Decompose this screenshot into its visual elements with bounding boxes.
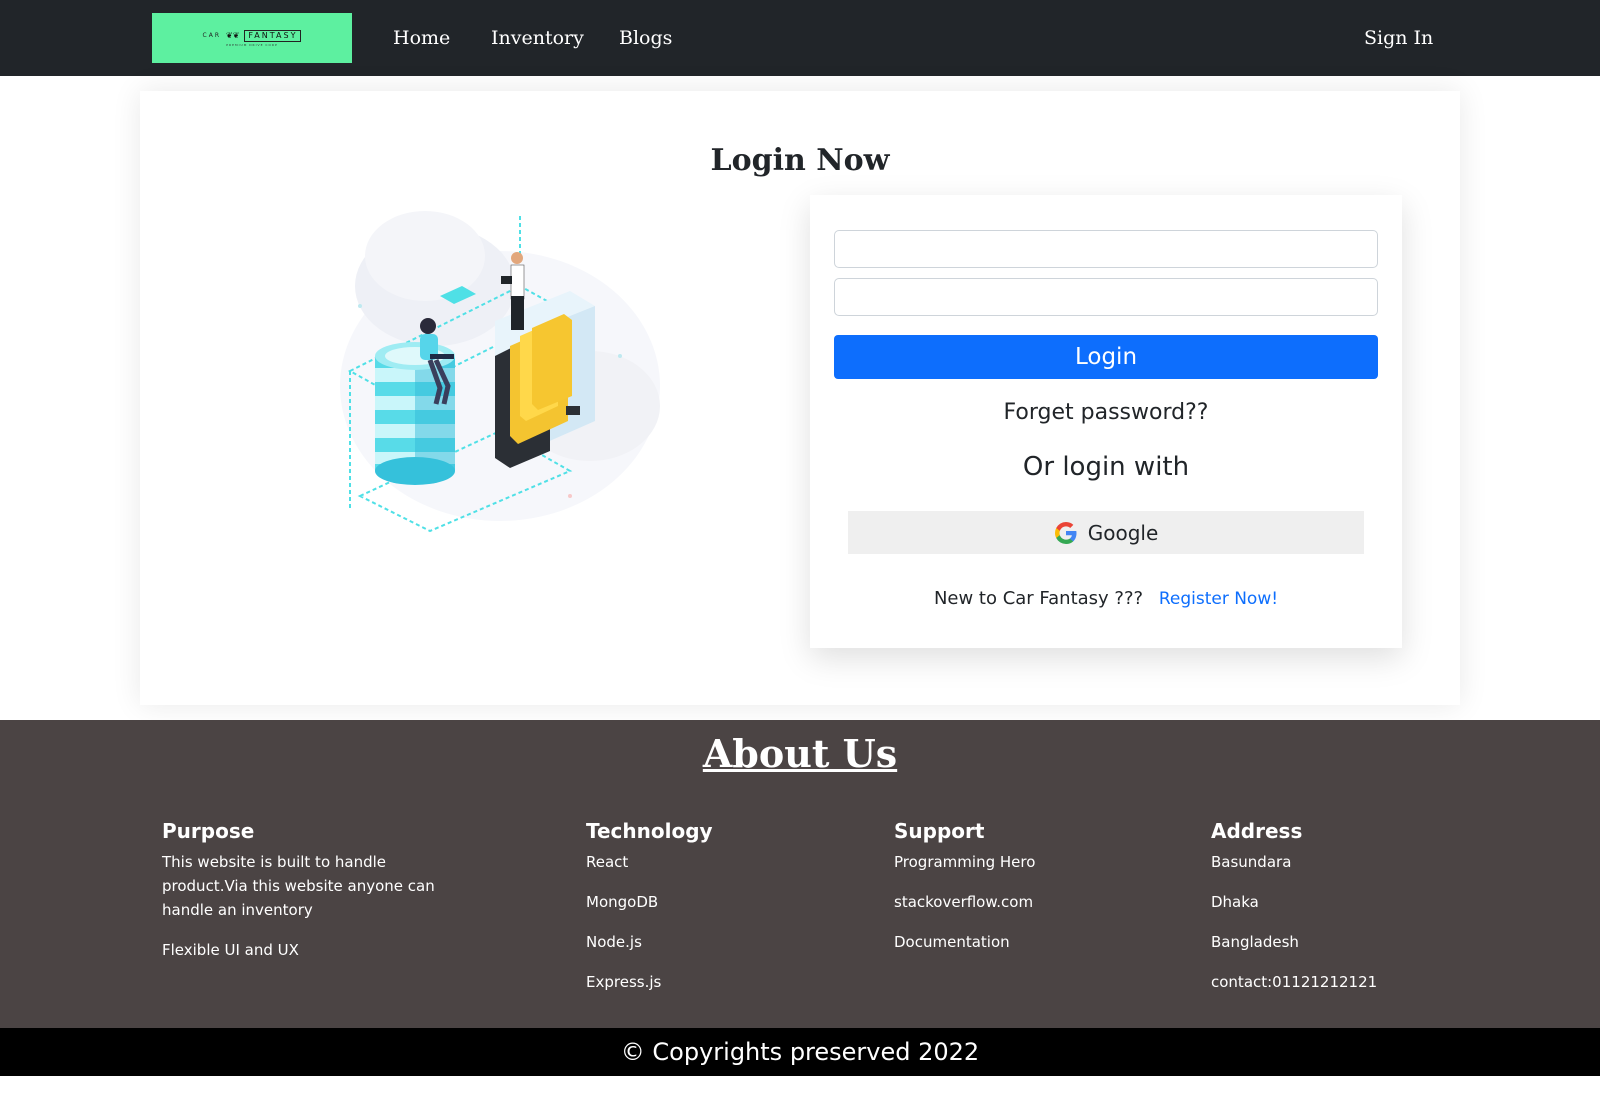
footer-address-item: Bangladesh	[1211, 933, 1299, 951]
footer-address-item: contact:01121212121	[1211, 973, 1378, 991]
email-field[interactable]	[834, 230, 1378, 268]
about-us-title: About Us	[702, 731, 898, 776]
nav-link-home[interactable]: Home	[393, 25, 450, 51]
google-login-button[interactable]: Google	[848, 511, 1364, 554]
wings-icon: ❦❦	[226, 31, 240, 40]
brand-logo[interactable]: CAR ❦❦ FANTASY PREMIUM DRIVE CORP	[152, 13, 352, 63]
footer-heading-purpose: Purpose	[162, 819, 255, 843]
login-form: Login Forget password?? Or login with Go…	[810, 195, 1402, 648]
password-field[interactable]	[834, 278, 1378, 316]
google-icon	[1054, 521, 1077, 544]
footer-support-item: stackoverflow.com	[894, 893, 1034, 911]
logo-text-fantasy: FANTASY	[244, 29, 302, 42]
forget-password-link[interactable]: Forget password??	[810, 398, 1402, 428]
nav-link-blogs[interactable]: Blogs	[619, 25, 672, 51]
about-footer: About Us Purpose This website is built t…	[0, 720, 1600, 1028]
copyright-bar: © Copyrights preserved 2022	[0, 1028, 1600, 1076]
footer-purpose-text: This website is built to handle product.…	[162, 853, 435, 919]
register-row: New to Car Fantasy ??? Register Now!	[810, 586, 1402, 612]
footer-support-item: Documentation	[894, 933, 1010, 951]
footer-col-purpose: Purpose This website is built to handle …	[162, 818, 462, 978]
footer-address-item: Basundara	[1211, 853, 1292, 871]
footer-address-item: Dhaka	[1211, 893, 1259, 911]
google-button-label: Google	[1087, 520, 1159, 545]
footer-col-address: Address Basundara Dhaka Bangladesh conta…	[1211, 818, 1471, 1010]
footer-heading-address: Address	[1211, 819, 1303, 843]
footer-purpose-ui: Flexible UI and UX	[162, 941, 299, 959]
footer-tech-item: MongoDB	[586, 893, 659, 911]
data-storage-illustration	[340, 211, 660, 533]
nav-link-inventory[interactable]: Inventory	[491, 25, 584, 51]
logo-text-car: CAR	[202, 32, 222, 39]
page-title: Login Now	[710, 143, 890, 178]
sign-in-link[interactable]: Sign In	[1364, 25, 1433, 51]
logo-row: CAR ❦❦ FANTASY	[202, 29, 302, 42]
register-link[interactable]: Register Now!	[1159, 589, 1278, 609]
footer-col-support: Support Programming Hero stackoverflow.c…	[894, 818, 1154, 970]
footer-tech-item: React	[586, 853, 629, 871]
navbar: CAR ❦❦ FANTASY PREMIUM DRIVE CORP Home I…	[0, 0, 1600, 76]
footer-heading-technology: Technology	[586, 819, 713, 843]
footer-tech-item: Express.js	[586, 973, 662, 991]
footer-support-item: Programming Hero	[894, 853, 1036, 871]
footer-heading-support: Support	[894, 819, 985, 843]
new-user-text: New to Car Fantasy ???	[933, 588, 1144, 609]
footer-tech-item: Node.js	[586, 933, 642, 951]
footer-col-technology: Technology React MongoDB Node.js Express…	[586, 818, 846, 1010]
login-button[interactable]: Login	[834, 335, 1378, 379]
or-login-with-text: Or login with	[1022, 452, 1190, 482]
login-card: Login Now Login Forget password?? Or log…	[140, 91, 1460, 705]
logo-tagline: PREMIUM DRIVE CORP	[226, 42, 278, 47]
